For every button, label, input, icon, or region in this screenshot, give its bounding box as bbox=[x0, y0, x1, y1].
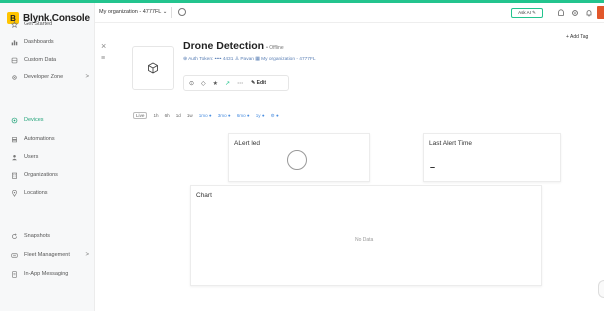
range-1mo[interactable]: 1mo ● bbox=[199, 113, 212, 118]
sidebar-item-label: Fleet Management bbox=[24, 252, 70, 258]
sidebar-item-label: Custom Data bbox=[24, 57, 57, 63]
range-1d[interactable]: 1d bbox=[176, 113, 181, 118]
chevron-right-icon: > bbox=[85, 74, 89, 80]
star-icon bbox=[11, 20, 18, 28]
bell-icon[interactable] bbox=[584, 8, 593, 17]
range-3mo[interactable]: 3mo ● bbox=[218, 113, 231, 118]
sidebar-item-in-app-messaging[interactable]: In-App Messaging bbox=[0, 267, 95, 281]
range-6h[interactable]: 6h bbox=[165, 113, 170, 118]
sidebar-item-developer-zone[interactable]: Developer Zone > bbox=[0, 70, 95, 84]
sidebar-item-get-started[interactable]: Get Started bbox=[0, 17, 95, 31]
device-name: Drone Detection bbox=[183, 40, 265, 52]
devices-icon bbox=[11, 117, 18, 124]
organization-name: My organization - 4777FL bbox=[99, 9, 162, 15]
device-image[interactable] bbox=[132, 46, 174, 90]
info-icon[interactable]: ◇ bbox=[201, 80, 206, 87]
sidebar-item-label: Dashboards bbox=[24, 39, 54, 45]
message-icon bbox=[11, 270, 18, 278]
divider bbox=[171, 7, 172, 18]
menu-icon[interactable]: ≡ bbox=[101, 55, 105, 62]
led-widget[interactable]: ALert led bbox=[228, 133, 370, 182]
sidebar-item-devices[interactable]: Devices bbox=[0, 113, 95, 127]
sidebar-item-label: Snapshots bbox=[24, 233, 50, 239]
clock-icon[interactable] bbox=[178, 8, 186, 16]
range-1h[interactable]: 1h bbox=[153, 113, 158, 118]
sidebar-item-users[interactable]: Users bbox=[0, 150, 95, 164]
range-live[interactable]: Live bbox=[133, 112, 148, 119]
edit-button[interactable]: ✎ Edit bbox=[251, 80, 266, 86]
snapshot-icon bbox=[11, 233, 18, 240]
cube-icon bbox=[148, 62, 158, 74]
sidebar-item-locations[interactable]: Locations bbox=[0, 186, 95, 200]
add-tag-button[interactable]: + Add Tag bbox=[566, 34, 588, 40]
sidebar-item-label: Developer Zone bbox=[24, 74, 64, 80]
database-icon bbox=[11, 57, 18, 64]
star-icon[interactable]: ★ bbox=[213, 80, 218, 87]
top-bar: My organization - 4777FL ⌄ Ask AI ✎ bbox=[95, 3, 604, 23]
device-meta[interactable]: ⊕ Auth Token: •••• 4431 ♙ Pavan ▦ My org… bbox=[183, 57, 316, 62]
widget-value: – bbox=[430, 162, 436, 172]
side-panel-handle[interactable] bbox=[598, 280, 604, 298]
dashboard-icon bbox=[11, 39, 18, 46]
settings-icon[interactable] bbox=[570, 8, 579, 17]
sidebar-item-label: Get Started bbox=[24, 21, 53, 27]
notifications-icon[interactable] bbox=[556, 8, 565, 17]
device-status: • Offline bbox=[266, 45, 284, 51]
sidebar-item-custom-data[interactable]: Custom Data bbox=[0, 53, 95, 67]
sidebar-item-label: Automations bbox=[24, 136, 55, 142]
close-icon[interactable]: × bbox=[101, 41, 106, 51]
user-avatar[interactable] bbox=[597, 6, 604, 19]
location-icon bbox=[11, 189, 18, 197]
device-title: Drone Detection • Offline bbox=[183, 40, 284, 52]
automation-icon bbox=[11, 136, 18, 143]
chevron-right-icon: > bbox=[85, 252, 89, 258]
range-1w[interactable]: 1w bbox=[187, 113, 193, 118]
sidebar-item-dashboards[interactable]: Dashboards bbox=[0, 35, 95, 49]
sidebar: B Blynk.Console Get Started Dashboards C… bbox=[0, 3, 95, 311]
device-action-bar: ⊙ ◇ ★ ↗ ⋯ ✎ Edit bbox=[183, 75, 289, 91]
users-icon bbox=[11, 154, 18, 161]
sidebar-item-fleet-management[interactable]: Fleet Management > bbox=[0, 248, 95, 262]
ask-ai-button[interactable]: Ask AI ✎ bbox=[511, 8, 543, 18]
sidebar-item-label: Users bbox=[24, 154, 39, 160]
gear-icon bbox=[11, 74, 18, 81]
sidebar-item-label: Organizations bbox=[24, 172, 58, 178]
range-6mo[interactable]: 6mo ● bbox=[237, 113, 250, 118]
fleet-icon bbox=[11, 252, 18, 259]
range-1y[interactable]: 1y ● bbox=[256, 113, 265, 118]
range-custom[interactable]: ⚙ ● bbox=[271, 113, 279, 119]
no-data-text: No Data bbox=[355, 237, 374, 243]
widget-title: Last Alert Time bbox=[429, 140, 472, 147]
sidebar-item-label: Devices bbox=[24, 117, 44, 123]
time-range-selector: Live 1h 6h 1d 1w 1mo ● 3mo ● 6mo ● 1y ● … bbox=[133, 112, 279, 119]
widget-title: ALert led bbox=[234, 140, 261, 147]
organization-selector[interactable]: My organization - 4777FL ⌄ bbox=[99, 9, 167, 15]
chart-widget[interactable]: Chart No Data bbox=[190, 185, 542, 286]
widget-title: Chart bbox=[196, 192, 212, 199]
chevron-down-icon: ⌄ bbox=[162, 9, 168, 15]
share-icon[interactable]: ↗ bbox=[225, 80, 230, 87]
sidebar-item-organizations[interactable]: Organizations bbox=[0, 168, 95, 182]
sidebar-item-automations[interactable]: Automations bbox=[0, 132, 95, 146]
more-icon[interactable]: ⋯ bbox=[237, 80, 243, 87]
led-indicator bbox=[287, 150, 307, 170]
refresh-icon[interactable]: ⊙ bbox=[189, 80, 194, 87]
sidebar-item-label: In-App Messaging bbox=[24, 271, 69, 277]
last-alert-time-widget[interactable]: Last Alert Time – bbox=[423, 133, 561, 182]
sidebar-item-label: Locations bbox=[24, 190, 48, 196]
building-icon bbox=[11, 172, 18, 179]
sidebar-item-snapshots[interactable]: Snapshots bbox=[0, 229, 95, 243]
